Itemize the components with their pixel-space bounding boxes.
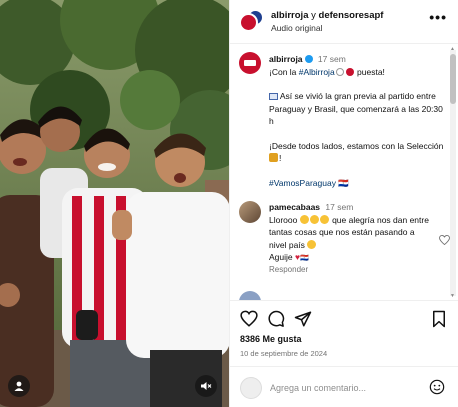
caption-text: ¡Desde todos lados, estamos con la Selec…: [269, 140, 444, 151]
caption-username[interactable]: albirroja: [269, 54, 303, 64]
avatar: [240, 377, 262, 399]
red-circle-emoji-icon: [345, 67, 354, 76]
post-media-video[interactable]: [0, 0, 229, 407]
comment-input[interactable]: [270, 380, 420, 396]
comment-bubble-icon[interactable]: [267, 310, 285, 328]
comments-scroll-area[interactable]: albirroja 17 sem ¡Con la #Albirroja pues…: [230, 45, 458, 300]
post-header: albirroja y defensoresapf Audio original…: [230, 0, 458, 44]
caption-text: puesta!: [354, 66, 385, 77]
avatar: [239, 12, 258, 32]
caption-time[interactable]: 17 sem: [318, 54, 346, 64]
paper-plane-icon[interactable]: [294, 310, 312, 328]
post-date[interactable]: 10 de septiembre de 2024: [240, 349, 327, 358]
sad-emoji-icon: [307, 239, 317, 249]
comment-like-heart-icon[interactable]: [439, 235, 450, 245]
reply-link[interactable]: Responder: [269, 265, 308, 274]
post-sidebar: albirroja y defensoresapf Audio original…: [229, 0, 458, 407]
caption-text: !: [279, 153, 282, 163]
post-actions: 8386 Me gusta 10 de septiembre de 2024: [230, 300, 458, 360]
avatar[interactable]: [239, 52, 261, 74]
account-link[interactable]: defensoresapf: [319, 10, 384, 21]
comment-time[interactable]: 17 sem: [325, 202, 353, 212]
comment-composer: [230, 366, 458, 407]
avatar[interactable]: [239, 201, 261, 223]
flag-emoji-icon: 🇵🇾: [300, 255, 309, 262]
like-count[interactable]: 8386 Me gusta: [240, 334, 302, 344]
verified-badge-icon: [304, 55, 313, 63]
tagged-users-button[interactable]: [8, 375, 30, 397]
more-options-button[interactable]: •••: [429, 9, 447, 25]
calendar-emoji-icon: [269, 93, 278, 100]
scroll-down-icon[interactable]: ▼: [450, 293, 455, 299]
collab-avatars[interactable]: [239, 8, 265, 35]
mute-button[interactable]: [195, 375, 217, 397]
account-link[interactable]: albirroja: [271, 10, 309, 21]
connector-text: y: [311, 9, 316, 21]
caption-text: 🇵🇾: [335, 177, 349, 188]
caption-text: ¡Con la: [269, 66, 299, 77]
more-options-icon: •••: [429, 9, 447, 25]
caption-text: Así se vivió la gran previa al partido e…: [269, 91, 443, 126]
avatar[interactable]: [239, 291, 261, 300]
audio-link[interactable]: Audio original: [271, 22, 383, 34]
scrollbar-thumb[interactable]: [450, 54, 456, 104]
white-circle-emoji-icon: [335, 67, 344, 76]
hashtag-link[interactable]: #VamosParaguay: [269, 178, 336, 188]
comment-text: Llorooo: [269, 214, 300, 225]
crying-emoji-icon: [319, 214, 329, 224]
crying-emoji-icon: [309, 214, 319, 224]
scrollbar[interactable]: [450, 50, 456, 296]
hashtag-link[interactable]: #Albirroja: [299, 67, 335, 77]
comment-username[interactable]: pamecabaas: [269, 202, 320, 212]
speaker-muted-icon: [201, 382, 212, 390]
video-frame: [0, 0, 229, 407]
user-tag-icon: [14, 381, 24, 391]
crying-emoji-icon: [299, 214, 309, 224]
comment-text: Aguije: [269, 252, 295, 262]
bowing-emoji-icon: [269, 153, 278, 162]
bookmark-icon[interactable]: [430, 310, 448, 328]
heart-icon[interactable]: [240, 310, 258, 328]
emoji-smile-icon[interactable]: [429, 379, 445, 395]
scroll-up-icon[interactable]: ▲: [450, 46, 455, 52]
